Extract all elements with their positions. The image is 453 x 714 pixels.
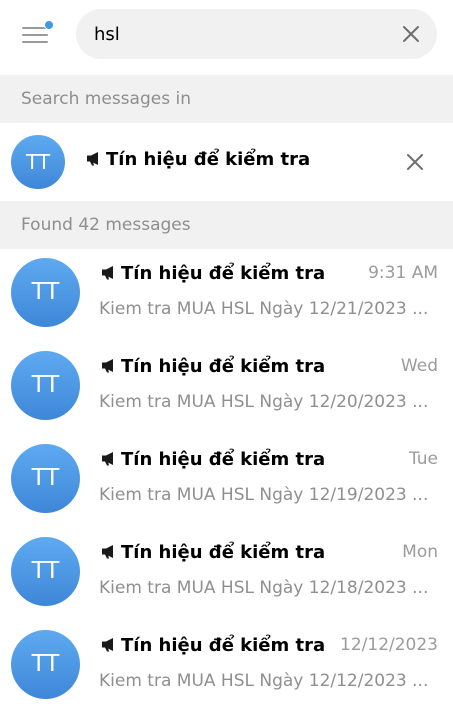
notification-dot-icon [44, 20, 54, 30]
result-title-label: Tín hiệu để kiểm tra [121, 356, 326, 377]
list-item[interactable]: TT Tín hiệu để kiểm tra Wed Kiem tra MUA… [0, 342, 453, 435]
avatar: TT [11, 258, 80, 327]
result-title-label: Tín hiệu để kiểm tra [121, 635, 326, 656]
remove-filter-icon[interactable] [406, 153, 424, 171]
result-preview: Kiem tra MUA HSL Ngày 12/21/2023 ... [99, 299, 429, 319]
result-time: 12/12/2023 [340, 635, 438, 655]
search-scope-header: Search messages in [0, 75, 453, 123]
result-time: Wed [400, 356, 438, 376]
menu-icon-bar [22, 34, 48, 36]
result-title: Tín hiệu để kiểm tra [101, 449, 325, 470]
megaphone-icon [87, 152, 98, 166]
result-title-label: Tín hiệu để kiểm tra [121, 542, 326, 563]
chat-filter-row: TT Tín hiệu để kiểm tra [0, 123, 453, 201]
clear-search-icon[interactable] [401, 24, 421, 44]
search-results-list: TT Tín hiệu để kiểm tra 9:31 AM Kiem tra… [0, 249, 453, 714]
result-preview: Kiem tra MUA HSL Ngày 12/18/2023 ... [99, 578, 429, 598]
list-item[interactable]: TT Tín hiệu để kiểm tra 12/12/2023 Kiem … [0, 621, 453, 714]
megaphone-icon [102, 638, 113, 652]
chat-filter-name: Tín hiệu để kiểm tra [86, 149, 310, 170]
menu-icon-bar [22, 41, 48, 43]
top-bar [0, 0, 453, 75]
result-title-label: Tín hiệu để kiểm tra [121, 449, 326, 470]
result-title: Tín hiệu để kiểm tra [101, 635, 325, 656]
megaphone-icon [102, 266, 113, 280]
menu-button[interactable] [22, 20, 54, 45]
avatar: TT [11, 135, 65, 189]
avatar: TT [11, 444, 80, 513]
megaphone-icon [102, 545, 113, 559]
list-item[interactable]: TT Tín hiệu để kiểm tra Mon Kiem tra MUA… [0, 528, 453, 621]
chat-filter-label: Tín hiệu để kiểm tra [106, 149, 311, 170]
result-title: Tín hiệu để kiểm tra [101, 263, 325, 284]
megaphone-icon [102, 359, 113, 373]
search-box[interactable] [76, 9, 437, 59]
avatar: TT [11, 351, 80, 420]
result-title: Tín hiệu để kiểm tra [101, 356, 325, 377]
result-title: Tín hiệu để kiểm tra [101, 542, 325, 563]
result-time: Mon [402, 542, 438, 562]
list-item[interactable]: TT Tín hiệu để kiểm tra 9:31 AM Kiem tra… [0, 249, 453, 342]
megaphone-icon [102, 452, 113, 466]
result-title-label: Tín hiệu để kiểm tra [121, 263, 326, 284]
result-preview: Kiem tra MUA HSL Ngày 12/19/2023 ... [99, 485, 429, 505]
avatar: TT [11, 630, 80, 699]
results-count-header: Found 42 messages [0, 201, 453, 249]
result-time: 9:31 AM [368, 263, 438, 283]
avatar: TT [11, 537, 80, 606]
search-input[interactable] [94, 20, 384, 48]
result-preview: Kiem tra MUA HSL Ngày 12/12/2023 ... [99, 671, 429, 691]
list-item[interactable]: TT Tín hiệu để kiểm tra Tue Kiem tra MUA… [0, 435, 453, 528]
result-time: Tue [408, 449, 438, 469]
result-preview: Kiem tra MUA HSL Ngày 12/20/2023 ... [99, 392, 429, 412]
